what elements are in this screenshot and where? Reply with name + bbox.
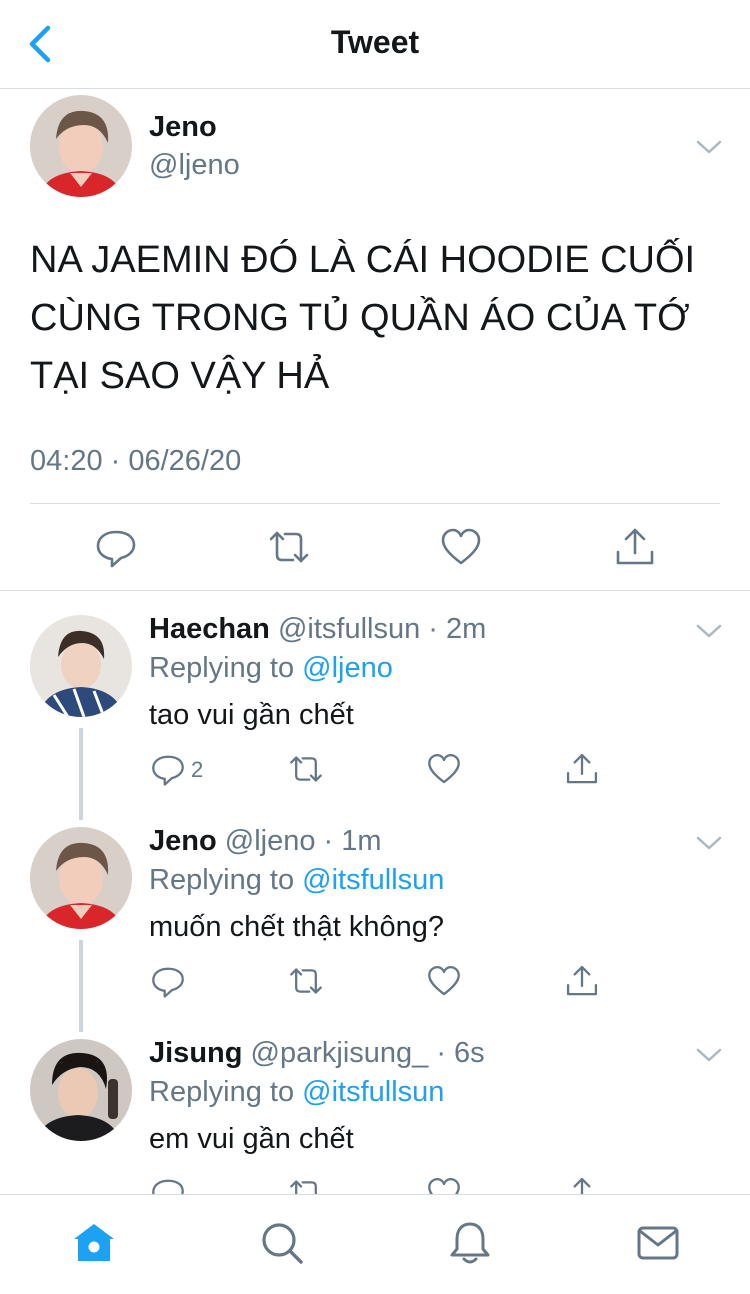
- top-bar: Tweet: [0, 0, 750, 89]
- replying-to: Replying to @itsfullsun: [149, 1076, 444, 1109]
- reply-meta: @itsfullsun · 2m: [277, 613, 487, 645]
- like-icon[interactable]: [439, 525, 483, 569]
- author-handle[interactable]: @ljeno: [149, 149, 240, 182]
- notifications-icon[interactable]: [446, 1219, 494, 1267]
- share-icon[interactable]: [564, 1175, 600, 1194]
- like-icon[interactable]: [426, 751, 462, 787]
- reply-author-name[interactable]: Haechan: [149, 613, 270, 645]
- replying-to-prefix: Replying to: [149, 1076, 303, 1108]
- retweet-icon[interactable]: [288, 751, 324, 787]
- bottom-tab-bar: [0, 1194, 750, 1294]
- chevron-down-icon[interactable]: [694, 621, 724, 641]
- reply-icon[interactable]: [150, 1175, 186, 1194]
- avatar[interactable]: [30, 1039, 132, 1141]
- replying-to-link[interactable]: @ljeno: [302, 652, 393, 684]
- reply-header: Jisung @parkjisung_ · 6s: [149, 1037, 485, 1070]
- search-icon[interactable]: [258, 1219, 306, 1267]
- messages-icon[interactable]: [634, 1219, 682, 1267]
- replying-to-link[interactable]: @itsfullsun: [302, 1076, 444, 1108]
- share-icon[interactable]: [564, 751, 600, 787]
- replying-to-prefix: Replying to: [149, 652, 303, 684]
- reply-tweet[interactable]: Jisung @parkjisung_ · 6s Replying to @it…: [0, 1015, 750, 1194]
- replying-to: Replying to @itsfullsun: [149, 864, 444, 897]
- reply-count: 2: [191, 757, 204, 782]
- chevron-down-icon[interactable]: [694, 1045, 724, 1065]
- page-title: Tweet: [330, 24, 420, 60]
- reply-icon[interactable]: [150, 751, 186, 787]
- home-icon[interactable]: [70, 1219, 118, 1267]
- divider: [30, 503, 720, 504]
- chevron-down-icon[interactable]: [694, 137, 724, 157]
- chevron-down-icon[interactable]: [694, 833, 724, 853]
- replying-to-prefix: Replying to: [149, 864, 303, 896]
- like-icon[interactable]: [426, 963, 462, 999]
- reply-text: tao vui gần chết: [149, 699, 354, 731]
- author-name[interactable]: Jeno: [149, 111, 217, 144]
- replying-to-link[interactable]: @itsfullsun: [302, 864, 444, 896]
- like-icon[interactable]: [426, 1175, 462, 1194]
- reply-header: Jeno @ljeno · 1m: [149, 825, 382, 858]
- reply-author-name[interactable]: Jisung: [149, 1037, 242, 1069]
- reply-author-name[interactable]: Jeno: [149, 825, 217, 857]
- tweet-timestamp: 04:20 · 06/26/20: [30, 445, 242, 477]
- retweet-icon[interactable]: [288, 963, 324, 999]
- retweet-icon[interactable]: [267, 525, 311, 569]
- replying-to: Replying to @ljeno: [149, 652, 393, 685]
- share-icon[interactable]: [564, 963, 600, 999]
- reply-text: em vui gần chết: [149, 1123, 354, 1155]
- reply-icon[interactable]: [150, 963, 186, 999]
- reply-text: muốn chết thật không?: [149, 911, 445, 943]
- avatar[interactable]: [30, 827, 132, 929]
- retweet-icon[interactable]: [288, 1175, 324, 1194]
- avatar[interactable]: [30, 615, 132, 717]
- reply-tweet[interactable]: Jeno @ljeno · 1m Replying to @itsfullsun…: [0, 803, 750, 1015]
- reply-tweet[interactable]: Haechan @itsfullsun · 2m Replying to @lj…: [0, 591, 750, 803]
- main-tweet: Jeno @ljeno NA JAEMIN ĐÓ LÀ CÁI HOODIE C…: [0, 89, 750, 591]
- avatar[interactable]: [30, 95, 132, 197]
- reply-icon[interactable]: [94, 525, 138, 569]
- reply-meta: @ljeno · 1m: [224, 825, 382, 857]
- reply-header: Haechan @itsfullsun · 2m: [149, 613, 486, 646]
- reply-meta: @parkjisung_ · 6s: [250, 1037, 485, 1069]
- tweet-text: NA JAEMIN ĐÓ LÀ CÁI HOODIE CUỐI CÙNG TRO…: [30, 239, 696, 397]
- share-icon[interactable]: [613, 525, 657, 569]
